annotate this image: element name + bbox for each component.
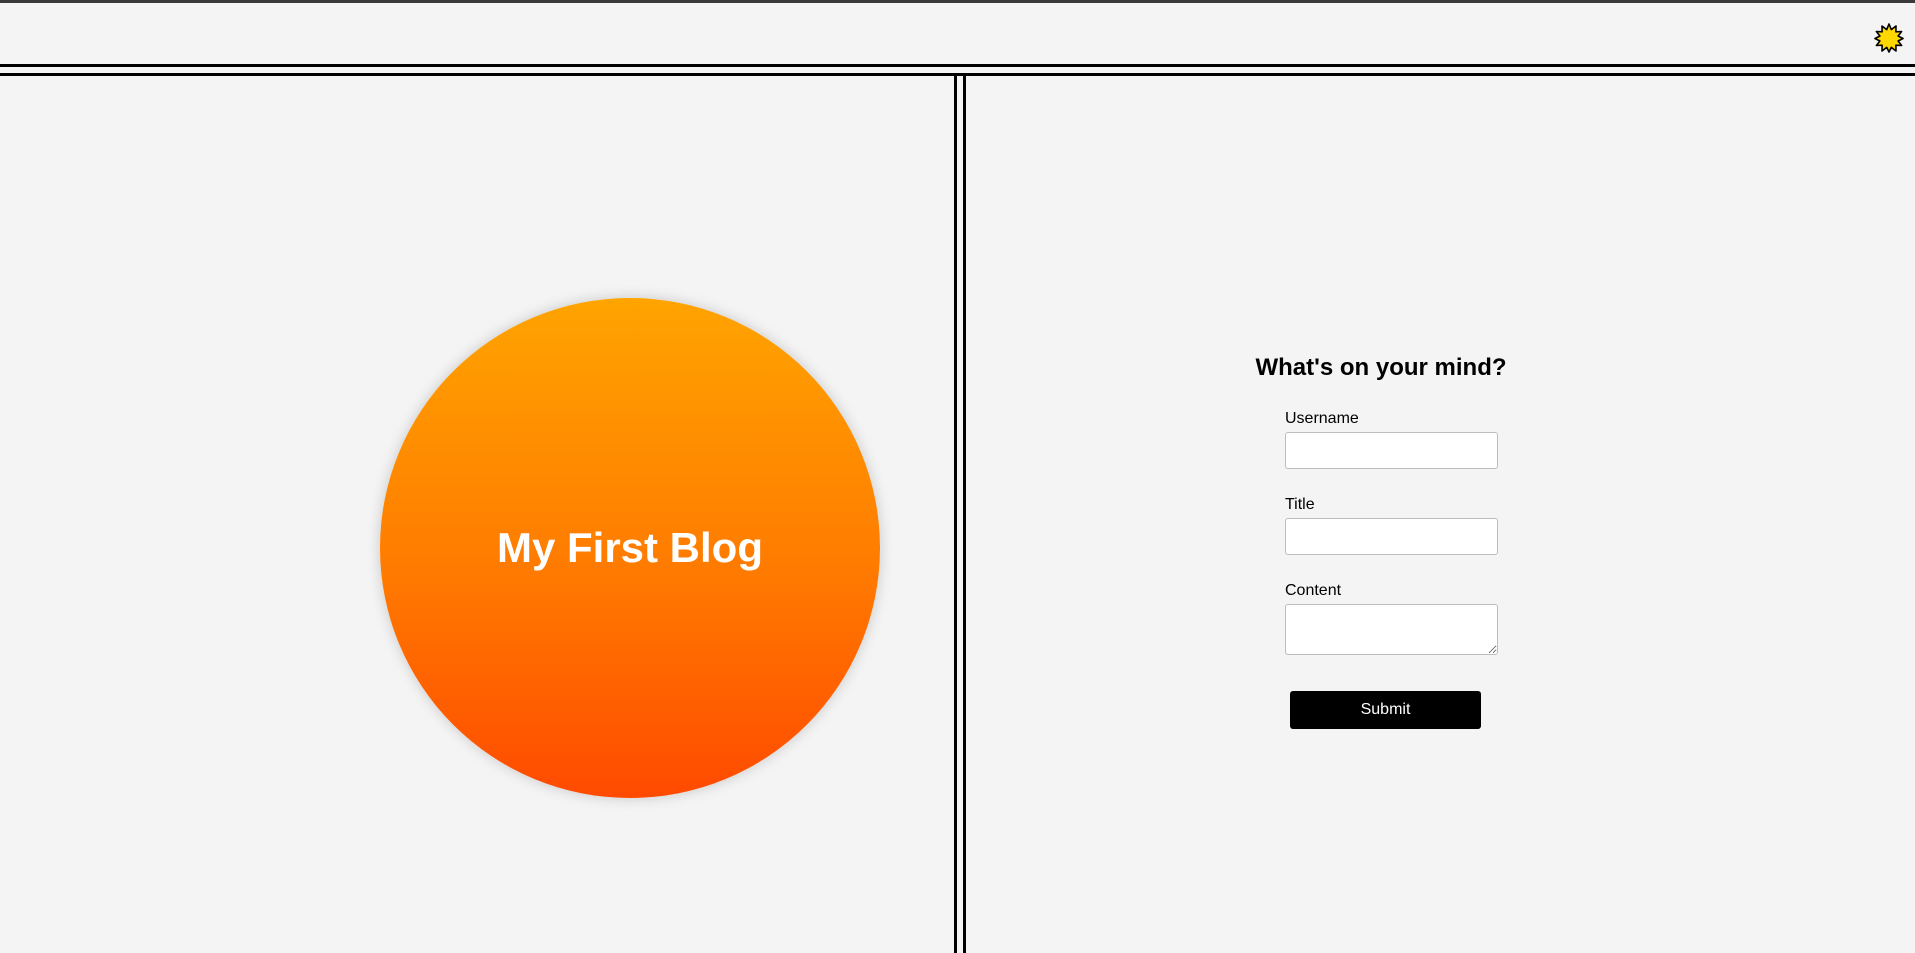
title-input[interactable]	[1285, 518, 1498, 555]
header	[0, 3, 1915, 65]
hero-pane: My First Blog	[0, 76, 954, 953]
post-form-pane: What's on your mind? Username Title Cont…	[966, 76, 1915, 953]
form-heading: What's on your mind?	[1255, 354, 1507, 381]
page: My First Blog What's on your mind? Usern…	[0, 0, 1915, 953]
username-input[interactable]	[1285, 432, 1498, 469]
blog-logo-circle: My First Blog	[380, 298, 880, 798]
post-form: Username Title Content	[1285, 410, 1505, 655]
submit-button[interactable]: Submit	[1290, 691, 1481, 729]
content-label: Content	[1285, 582, 1342, 599]
vertical-divider-left	[954, 76, 957, 953]
title-label: Title	[1285, 496, 1315, 513]
content-textarea[interactable]	[1285, 604, 1498, 655]
sun-icon	[1874, 23, 1904, 53]
blog-title: My First Blog	[496, 524, 763, 571]
theme-toggle-button[interactable]	[1874, 23, 1904, 53]
username-label: Username	[1285, 410, 1359, 427]
header-divider-top	[0, 64, 1915, 67]
